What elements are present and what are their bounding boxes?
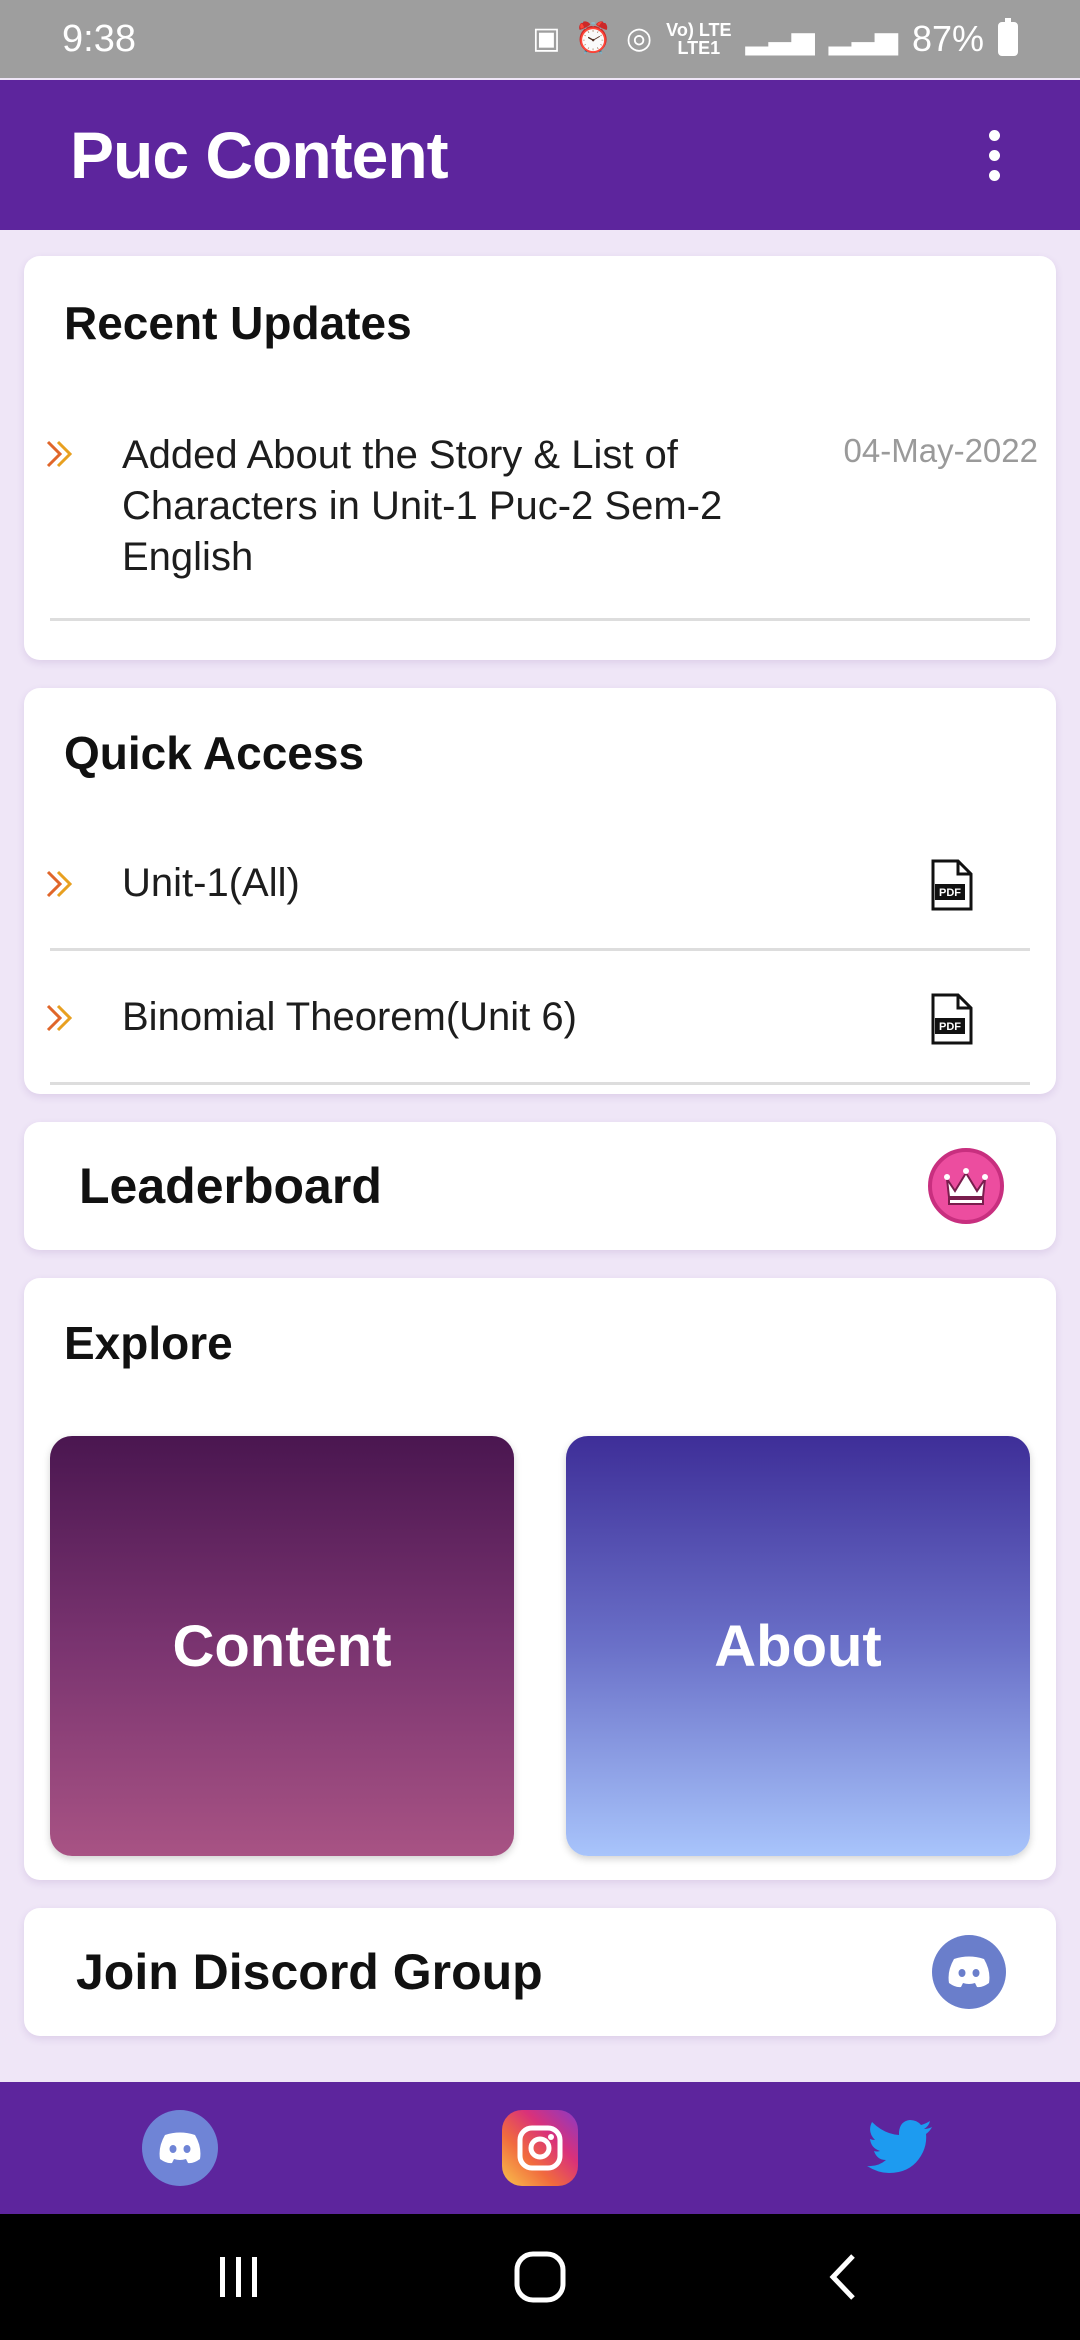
crown-icon [928,1148,1004,1224]
divider [50,618,1030,621]
status-bar: 9:38 ▣ ⏰ ◎ Vo) LTE LTE1 ▂▃▅ ▂▃▅ 87% [0,0,1080,78]
divider [50,948,1030,951]
update-text-line: Added About the Story & List of [122,433,678,477]
quick-access-label: Binomial Theorem(Unit 6) [122,995,577,1039]
explore-title: Explore [64,1317,233,1369]
quick-access-label: Unit-1(All) [122,861,300,905]
discord-label: Join Discord Group [76,1944,543,2000]
social-bar [0,2082,1080,2214]
recent-updates-card: Recent Updates Added About the Story & L… [24,256,1056,660]
svg-text:PDF: PDF [939,887,961,899]
more-vert-icon[interactable] [979,120,1010,191]
divider [50,1082,1030,1085]
update-text: Added About the Story & List of Characte… [122,430,732,583]
content-tile[interactable]: Content [50,1436,514,1856]
explore-card: Explore Content About [24,1278,1056,1880]
pdf-icon[interactable]: PDF [930,992,974,1046]
update-text-line: English [122,535,254,579]
update-date: 04-May-2022 [843,432,1038,469]
back-button[interactable] [808,2244,878,2310]
volte-label: Vo) LTE [666,20,732,40]
recents-button[interactable] [204,2244,274,2310]
volte-sub: LTE1 [677,38,721,58]
pdf-icon[interactable]: PDF [930,858,974,912]
signal-icon: ▂▃▅ [745,22,815,55]
quick-access-title: Quick Access [64,727,365,779]
battery-icon [998,18,1018,56]
double-chevron-icon [46,870,73,898]
app-bar: Puc Content [0,80,1080,230]
recent-updates-title: Recent Updates [64,297,412,349]
battery-percent: 87% [911,18,984,59]
quick-access-card: Quick Access Unit-1(All) PDF Binomial Th… [24,688,1056,1094]
twitter-icon[interactable] [862,2110,938,2186]
instagram-icon[interactable] [502,2110,578,2186]
alarm-icon: ⏰ [574,22,612,55]
status-time: 9:38 [62,17,136,60]
discord-icon[interactable] [142,2110,218,2186]
double-chevron-icon [46,1004,73,1032]
discord-card[interactable]: Join Discord Group [24,1908,1056,2036]
hotspot-icon: ◎ [625,22,653,55]
update-text-line: Characters in Unit-1 Puc-2 Sem-2 [122,484,723,528]
leaderboard-card[interactable]: Leaderboard [24,1122,1056,1250]
about-tile[interactable]: About [566,1436,1030,1856]
data-saver-icon: ▣ [532,22,561,55]
system-nav-bar [0,2214,1080,2340]
double-chevron-icon [46,440,73,468]
signal-icon: ▂▃▅ [828,22,898,55]
leaderboard-label: Leaderboard [79,1158,382,1214]
discord-icon [932,1935,1006,2009]
volte-icon: Vo) LTE LTE1 [666,21,731,57]
svg-text:PDF: PDF [939,1021,961,1033]
status-icons: ▣ ⏰ ◎ Vo) LTE LTE1 ▂▃▅ ▂▃▅ 87% [532,18,1018,60]
home-button[interactable] [505,2244,575,2310]
app-title: Puc Content [70,118,449,192]
